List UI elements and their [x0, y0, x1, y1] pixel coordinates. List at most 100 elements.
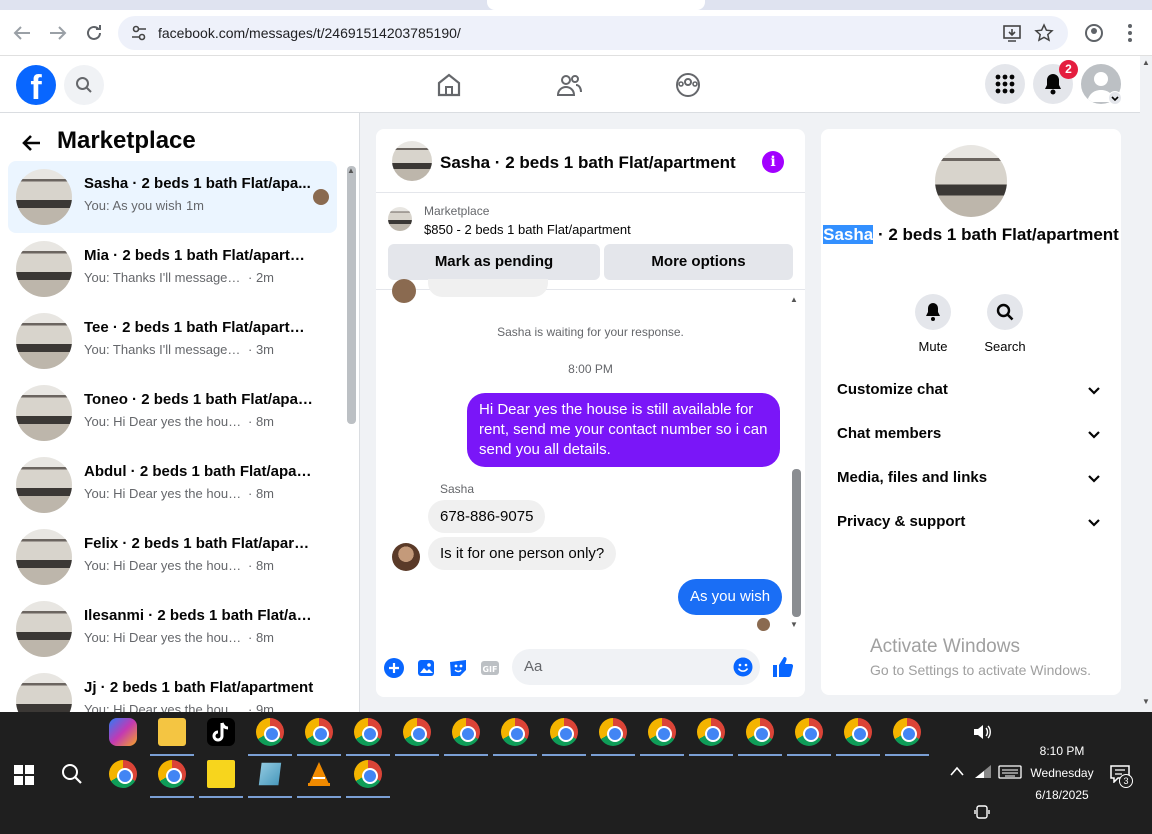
- clock-date[interactable]: 6/18/2025: [1010, 788, 1114, 802]
- address-bar[interactable]: facebook.com/messages/t/2469151420378519…: [118, 16, 1068, 50]
- mute-action[interactable]: Mute: [903, 294, 963, 354]
- conversation-item[interactable]: Mia · 2 beds 1 bath Flat/apartme... You: …: [8, 233, 337, 305]
- outgoing-message[interactable]: Hi Dear yes the house is still available…: [467, 393, 780, 467]
- chat-title[interactable]: Sasha · 2 beds 1 bath Flat/apartment: [440, 153, 736, 173]
- gif-icon[interactable]: GIF: [479, 657, 501, 679]
- sasha-avatar[interactable]: [392, 543, 420, 571]
- back-arrow-icon[interactable]: [10, 21, 34, 45]
- incoming-message[interactable]: Is it for one person only?: [428, 537, 617, 570]
- sticker-icon[interactable]: [447, 657, 469, 679]
- device-icon[interactable]: [974, 804, 990, 820]
- wifi-icon[interactable]: [974, 764, 992, 780]
- scroll-up-icon[interactable]: ▲: [790, 295, 798, 304]
- scroll-up-icon[interactable]: ▲: [347, 166, 356, 175]
- chrome-app-icon[interactable]: [452, 718, 480, 746]
- scroll-down-icon[interactable]: ▼: [790, 620, 798, 629]
- outgoing-message[interactable]: As you wish: [678, 579, 783, 615]
- home-icon[interactable]: [434, 70, 464, 100]
- details-section-row[interactable]: Customize chat: [837, 381, 1105, 405]
- listing-photo[interactable]: [935, 145, 1007, 217]
- section-label: Privacy & support: [837, 513, 966, 530]
- scroll-up-icon[interactable]: ▲: [1142, 58, 1150, 67]
- groups-icon[interactable]: [673, 70, 703, 100]
- bookmark-star-icon[interactable]: [1034, 23, 1054, 43]
- more-options-button[interactable]: More options: [604, 244, 793, 280]
- site-settings-icon[interactable]: [130, 24, 148, 42]
- plus-circle-icon[interactable]: [383, 657, 405, 679]
- search-button[interactable]: [64, 65, 104, 105]
- conversation-item[interactable]: Tee · 2 beds 1 bath Flat/apartment You: T…: [8, 305, 337, 377]
- files-app-icon[interactable]: [158, 718, 186, 746]
- chrome-app-icon[interactable]: [550, 718, 578, 746]
- emoji-icon[interactable]: [733, 657, 753, 677]
- browser-tab[interactable]: [487, 0, 705, 10]
- copilot-app-icon[interactable]: [109, 718, 137, 746]
- marketplace-listing-bar: Marketplace $850 - 2 beds 1 bath Flat/ap…: [376, 194, 805, 290]
- chrome-app-icon[interactable]: [158, 760, 186, 788]
- more-menu-icon[interactable]: [1118, 21, 1142, 45]
- listing-thumbnail[interactable]: [388, 207, 412, 231]
- scrollbar[interactable]: [347, 166, 356, 424]
- forward-arrow-icon[interactable]: [46, 21, 70, 45]
- thumbs-up-icon[interactable]: [771, 655, 795, 679]
- menu-grid-button[interactable]: [985, 64, 1025, 104]
- conversation-item[interactable]: Ilesanmi · 2 beds 1 bath Flat/apa... You:…: [8, 593, 337, 665]
- gem-app-icon[interactable]: [258, 762, 282, 786]
- conversation-item[interactable]: Felix · 2 beds 1 bath Flat/apartm... You:…: [8, 521, 337, 593]
- info-icon[interactable]: i: [762, 151, 784, 173]
- incoming-message[interactable]: 678-886-9075: [428, 500, 546, 533]
- listing-price[interactable]: $850 - 2 beds 1 bath Flat/apartment: [424, 222, 631, 237]
- conversation-name: Mia · 2 beds 1 bath Flat/apartme...: [84, 247, 314, 264]
- listing-avatar[interactable]: [392, 141, 432, 181]
- chrome-app-icon[interactable]: [354, 718, 382, 746]
- scrollbar[interactable]: [792, 469, 801, 617]
- sticky-app-icon[interactable]: [207, 760, 235, 788]
- chrome-app-icon[interactable]: [746, 718, 774, 746]
- conversation-item[interactable]: Jj · 2 beds 1 bath Flat/apartment You: Hi…: [8, 665, 337, 712]
- chrome-app-icon[interactable]: [109, 760, 137, 788]
- conversation-item[interactable]: Sasha · 2 beds 1 bath Flat/apa... You: As…: [8, 161, 337, 233]
- chrome-app-icon[interactable]: [501, 718, 529, 746]
- tiktok-app-icon[interactable]: [207, 718, 235, 746]
- taskbar-search-icon[interactable]: [60, 762, 84, 786]
- scroll-down-icon[interactable]: ▼: [1142, 697, 1150, 706]
- running-indicator: [689, 754, 733, 756]
- mute-button[interactable]: [915, 294, 951, 330]
- search-in-chat-button[interactable]: [987, 294, 1023, 330]
- conversation-item[interactable]: Toneo · 2 beds 1 bath Flat/apart... You: …: [8, 377, 337, 449]
- page-scrollbar[interactable]: ▲ ▼: [1140, 56, 1152, 712]
- chevron-up-icon[interactable]: [950, 766, 964, 776]
- mark-as-pending-button[interactable]: Mark as pending: [388, 244, 600, 280]
- panel-title: Marketplace: [57, 127, 196, 154]
- conversation-item[interactable]: Abdul · 2 beds 1 bath Flat/apart... You: …: [8, 449, 337, 521]
- chrome-app-icon[interactable]: [403, 718, 431, 746]
- install-app-icon[interactable]: [1002, 23, 1022, 43]
- search-action[interactable]: Search: [975, 294, 1035, 354]
- details-section-row[interactable]: Chat members: [837, 425, 1105, 449]
- photo-icon[interactable]: [415, 657, 437, 679]
- back-arrow-icon[interactable]: [20, 131, 44, 155]
- details-section-row[interactable]: Privacy & support: [837, 513, 1105, 537]
- windows-start-icon[interactable]: [14, 765, 34, 785]
- chrome-app-icon[interactable]: [893, 718, 921, 746]
- vlc-app-icon[interactable]: [305, 760, 333, 788]
- facebook-logo[interactable]: f: [16, 65, 56, 105]
- details-section-row[interactable]: Media, files and links: [837, 469, 1105, 493]
- chrome-app-icon[interactable]: [844, 718, 872, 746]
- chrome-app-icon[interactable]: [697, 718, 725, 746]
- chrome-app-icon[interactable]: [599, 718, 627, 746]
- reload-icon[interactable]: [82, 21, 106, 45]
- chrome-app-icon[interactable]: [256, 718, 284, 746]
- profile-icon[interactable]: [1082, 21, 1106, 45]
- message-input[interactable]: Aa: [512, 649, 760, 685]
- volume-icon[interactable]: [972, 724, 992, 740]
- friends-icon[interactable]: [554, 70, 584, 100]
- clock-day[interactable]: Wednesday: [1010, 766, 1114, 780]
- chrome-app-icon[interactable]: [648, 718, 676, 746]
- chrome-app-icon[interactable]: [305, 718, 333, 746]
- chrome-app-icon[interactable]: [354, 760, 382, 788]
- clock-time[interactable]: 8:10 PM: [1010, 744, 1114, 758]
- account-chevron-icon[interactable]: [1108, 91, 1122, 105]
- chrome-app-icon[interactable]: [795, 718, 823, 746]
- url-text[interactable]: facebook.com/messages/t/2469151420378519…: [158, 25, 461, 41]
